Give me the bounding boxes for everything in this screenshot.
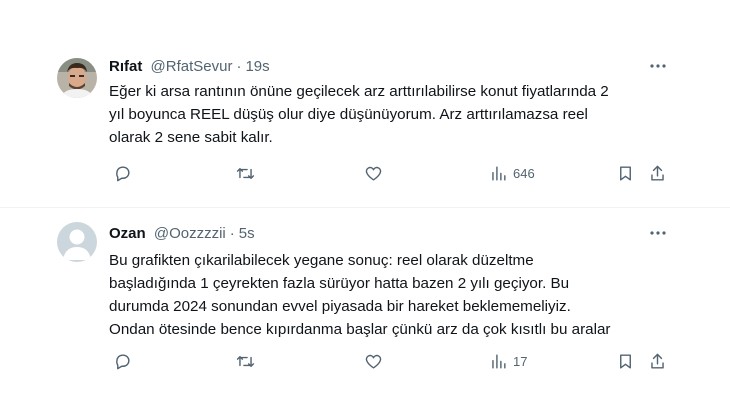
views-count: 646: [513, 165, 535, 181]
like-button[interactable]: [364, 161, 383, 185]
user-photo-icon: [57, 58, 97, 98]
tweet-text-line: olarak 2 sene sabit kalır.: [109, 129, 273, 146]
share-button[interactable]: [648, 161, 667, 185]
display-name[interactable]: Ozan: [109, 225, 146, 242]
tweet-header: Ozan @Oozzzzii · 5s: [109, 224, 255, 244]
separator-dot: ·: [229, 225, 235, 242]
share-icon: [651, 353, 664, 369]
more-horizontal-icon: [650, 231, 666, 235]
tweet-actions: 17: [0, 349, 730, 373]
more-options-button[interactable]: [648, 223, 668, 243]
user-handle[interactable]: @Oozzzzii: [154, 225, 226, 242]
like-button[interactable]: [364, 349, 383, 373]
views-icon: [492, 165, 506, 181]
bookmark-button[interactable]: [616, 161, 635, 185]
tweet[interactable]: Rıfat @RfatSevur · 19s Eğer ki arsa rantın…: [0, 44, 730, 207]
tweet-text-line: Bu grafikten çıkarilabilecek yegane sonu…: [109, 252, 534, 269]
tweet-text-line: Ondan ötesinde bence kıpırdanma başlar ç…: [109, 321, 611, 338]
views-button[interactable]: 646: [489, 161, 535, 185]
tweet-text: Eğer ki arsa rantının önüne geçilecek ar…: [109, 80, 699, 149]
separator-dot: ·: [236, 58, 242, 75]
tweet-actions: 646: [0, 161, 730, 185]
reply-icon: [116, 353, 130, 369]
user-handle[interactable]: @RfatSevur: [151, 58, 233, 75]
share-button[interactable]: [648, 349, 667, 373]
reply-button[interactable]: [113, 349, 132, 373]
display-name[interactable]: Rıfat: [109, 58, 142, 75]
retweet-icon: [236, 167, 255, 179]
views-count: 17: [513, 353, 528, 369]
heart-icon: [365, 354, 382, 369]
tweet-text-line: yıl boyunca REEL düşüş olur diye düşünüy…: [109, 106, 588, 123]
bookmark-icon: [620, 165, 631, 181]
more-horizontal-icon: [650, 64, 666, 68]
reply-button[interactable]: [113, 161, 132, 185]
timestamp[interactable]: 19s: [245, 58, 269, 75]
share-icon: [651, 165, 664, 181]
timestamp[interactable]: 5s: [239, 225, 255, 242]
tweet-text-line: başladığında 1 çeyrekten fazla sürüyor h…: [109, 275, 570, 292]
avatar[interactable]: [57, 58, 97, 98]
views-icon: [492, 353, 506, 369]
heart-icon: [365, 166, 382, 181]
retweet-button[interactable]: [236, 161, 255, 185]
tweet-text-line: Eğer ki arsa rantının önüne geçilecek ar…: [109, 83, 609, 100]
bookmark-icon: [620, 353, 631, 369]
avatar[interactable]: [57, 222, 97, 262]
bookmark-button[interactable]: [616, 349, 635, 373]
retweet-icon: [236, 355, 255, 367]
tweet-text: Bu grafikten çıkarilabilecek yegane sonu…: [109, 249, 699, 341]
reply-icon: [116, 165, 130, 181]
default-avatar-icon: [57, 222, 97, 262]
retweet-button[interactable]: [236, 349, 255, 373]
tweet[interactable]: Ozan @Oozzzzii · 5s Bu grafikten çıkarilab…: [0, 208, 730, 420]
views-button[interactable]: 17: [489, 349, 527, 373]
more-options-button[interactable]: [648, 56, 668, 76]
tweet-text-line: durumda 2024 sonundan evvel piyasada bir…: [109, 298, 571, 315]
tweet-header: Rıfat @RfatSevur · 19s: [109, 57, 270, 77]
